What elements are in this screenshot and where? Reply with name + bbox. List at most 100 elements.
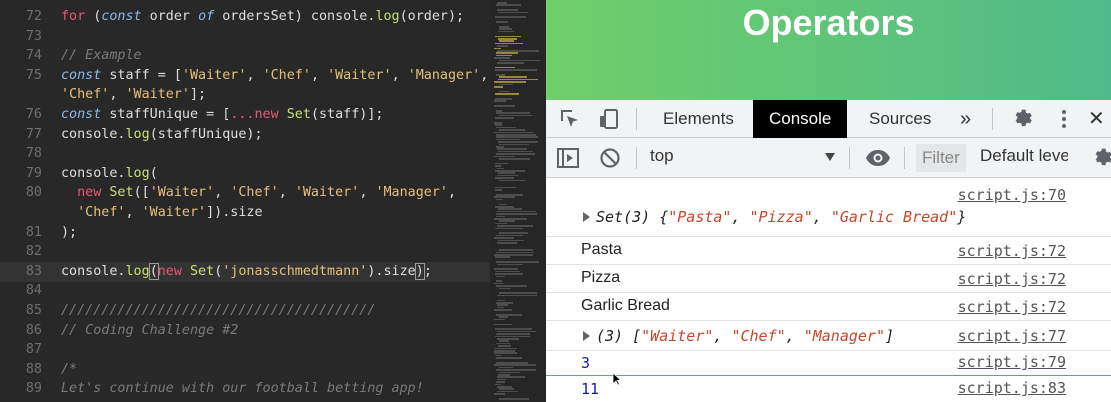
code-token: ];: [190, 87, 207, 103]
code-token: staffUnique = [: [101, 107, 231, 122]
code-token: Set: [109, 185, 134, 201]
minimap-line: [496, 146, 504, 148]
tab-divider: [992, 108, 993, 130]
filter-input[interactable]: Filter: [916, 144, 966, 172]
code-token: ;: [423, 263, 432, 279]
code-text: 'Chef', 'Waiter']).size: [61, 203, 262, 223]
code-token: const: [61, 67, 102, 83]
minimap-line: [499, 40, 514, 42]
clear-console-icon[interactable]: [598, 146, 622, 170]
line-number: 81: [25, 224, 42, 240]
code-token: ): [414, 262, 425, 280]
code-token: ,: [278, 185, 295, 201]
code-line[interactable]: 85 //////////////////////////////////////…: [0, 301, 490, 321]
code-editor[interactable]: 72 for (const order of ordersSet) console…: [0, 0, 490, 402]
array-object-preview[interactable]: (3) ["Waiter", "Chef", "Manager"]: [596, 327, 894, 345]
code-token: (staff)];: [310, 107, 384, 122]
minimap-line: [494, 155, 514, 158]
minimap-line: [499, 203, 506, 206]
code-line[interactable]: 88 /*: [0, 360, 490, 380]
eye-icon[interactable]: [865, 146, 891, 170]
code-line[interactable]: 74 // Example: [0, 46, 490, 66]
line-number: 75: [25, 67, 42, 83]
code-token: for: [61, 9, 86, 24]
context-selector[interactable]: top: [650, 146, 674, 166]
console-settings-gear-icon[interactable]: [1091, 146, 1111, 170]
minimap-line: [499, 292, 537, 294]
line-number: 83: [25, 263, 42, 279]
code-token: console.: [61, 126, 126, 142]
code-line[interactable]: 73: [0, 27, 490, 47]
code-token: of: [198, 9, 215, 24]
code-line[interactable]: 87: [0, 340, 490, 360]
code-token: ,: [480, 67, 489, 83]
source-link[interactable]: script.js:83: [958, 379, 1066, 397]
minimap-line: [499, 59, 540, 62]
more-tabs-button[interactable]: »: [944, 100, 987, 138]
code-token: 'Chef': [61, 87, 110, 103]
line-number: 82: [25, 244, 42, 260]
code-line[interactable]: 79 console.log(: [0, 164, 490, 184]
expand-arrow-icon[interactable]: [583, 212, 590, 222]
code-text: const staffUnique = [...new Set(staff)];: [61, 105, 384, 125]
code-line[interactable]: 89 Let's continue with our football betti…: [0, 379, 490, 399]
source-link[interactable]: script.js:79: [958, 353, 1066, 371]
minimap-line: [495, 222, 507, 225]
code-token: (staffUnique);: [149, 126, 263, 142]
code-line[interactable]: 84: [0, 281, 490, 301]
code-line[interactable]: 86 // Coding Challenge #2: [0, 321, 490, 341]
log-levels-dropdown[interactable]: Default levels: [980, 146, 1068, 166]
minimap-line: [496, 357, 522, 359]
code-line[interactable]: 82: [0, 242, 490, 262]
code-text: const staff = ['Waiter', 'Chef', 'Waiter…: [61, 66, 488, 86]
code-line[interactable]: 83 console.log(new Set('jonasschmedtmann'…: [0, 261, 490, 282]
tab-console[interactable]: Console: [753, 100, 848, 138]
minimap-line: [497, 148, 527, 150]
code-token: (: [149, 165, 158, 181]
code-line[interactable]: 75 const staff = ['Waiter', 'Chef', 'Wait…: [0, 66, 490, 86]
source-link[interactable]: script.js:72: [958, 298, 1066, 316]
device-toolbar-icon[interactable]: [597, 107, 621, 131]
code-line[interactable]: 76 const staffUnique = [...new Set(staff)…: [0, 105, 490, 125]
minimap-line: [497, 9, 518, 11]
minimap-line: [495, 383, 501, 386]
code-line[interactable]: 78: [0, 144, 490, 164]
minimap-line: [495, 270, 520, 273]
minimap-line: [499, 232, 528, 234]
gear-icon[interactable]: [1011, 107, 1035, 131]
expand-arrow-icon[interactable]: [583, 331, 590, 341]
chevron-down-icon[interactable]: [825, 153, 835, 161]
kebab-menu-icon[interactable]: [1052, 107, 1076, 131]
code-line[interactable]: 81);: [0, 223, 490, 243]
code-token: Set: [286, 107, 311, 122]
source-link[interactable]: script.js:77: [958, 327, 1066, 345]
minimap-line: [494, 57, 510, 59]
minimap-line: [497, 45, 508, 47]
minimap-line: [495, 170, 525, 172]
minimap-line: [494, 282, 503, 285]
close-icon[interactable]: ✕: [1080, 100, 1111, 138]
minimap-line: [498, 150, 533, 153]
tab-sources[interactable]: Sources: [853, 100, 947, 138]
minimap-line: [497, 304, 508, 306]
inspect-icon[interactable]: [558, 107, 582, 131]
minimap-line: [495, 354, 502, 357]
tab-elements[interactable]: Elements: [647, 100, 750, 138]
sidebar-toggle-icon[interactable]: [556, 146, 580, 170]
slide-title: Operators: [742, 2, 915, 43]
code-line[interactable]: 'Chef', 'Waiter'];: [0, 85, 490, 105]
code-line[interactable]: 77 console.log(staffUnique);: [0, 125, 490, 145]
minimap-line: [496, 314, 522, 316]
code-line[interactable]: 72 for (const order of ordersSet) console…: [0, 7, 490, 27]
code-line[interactable]: 80 new Set(['Waiter', 'Chef', 'Waiter', …: [0, 183, 490, 203]
minimap-line: [498, 38, 517, 40]
minimap[interactable]: [490, 0, 546, 402]
set-object-preview[interactable]: Set(3) {"Pasta", "Pizza", "Garlic Bread"…: [596, 208, 966, 226]
minimap-line: [499, 90, 510, 93]
source-link[interactable]: script.js:72: [958, 242, 1066, 260]
minimap-line: [496, 134, 536, 136]
minimap-line: [495, 227, 523, 230]
code-line[interactable]: 'Chef', 'Waiter']).size: [0, 203, 490, 223]
source-link[interactable]: script.js:72: [958, 270, 1066, 288]
source-link[interactable]: script.js:70: [958, 186, 1066, 204]
